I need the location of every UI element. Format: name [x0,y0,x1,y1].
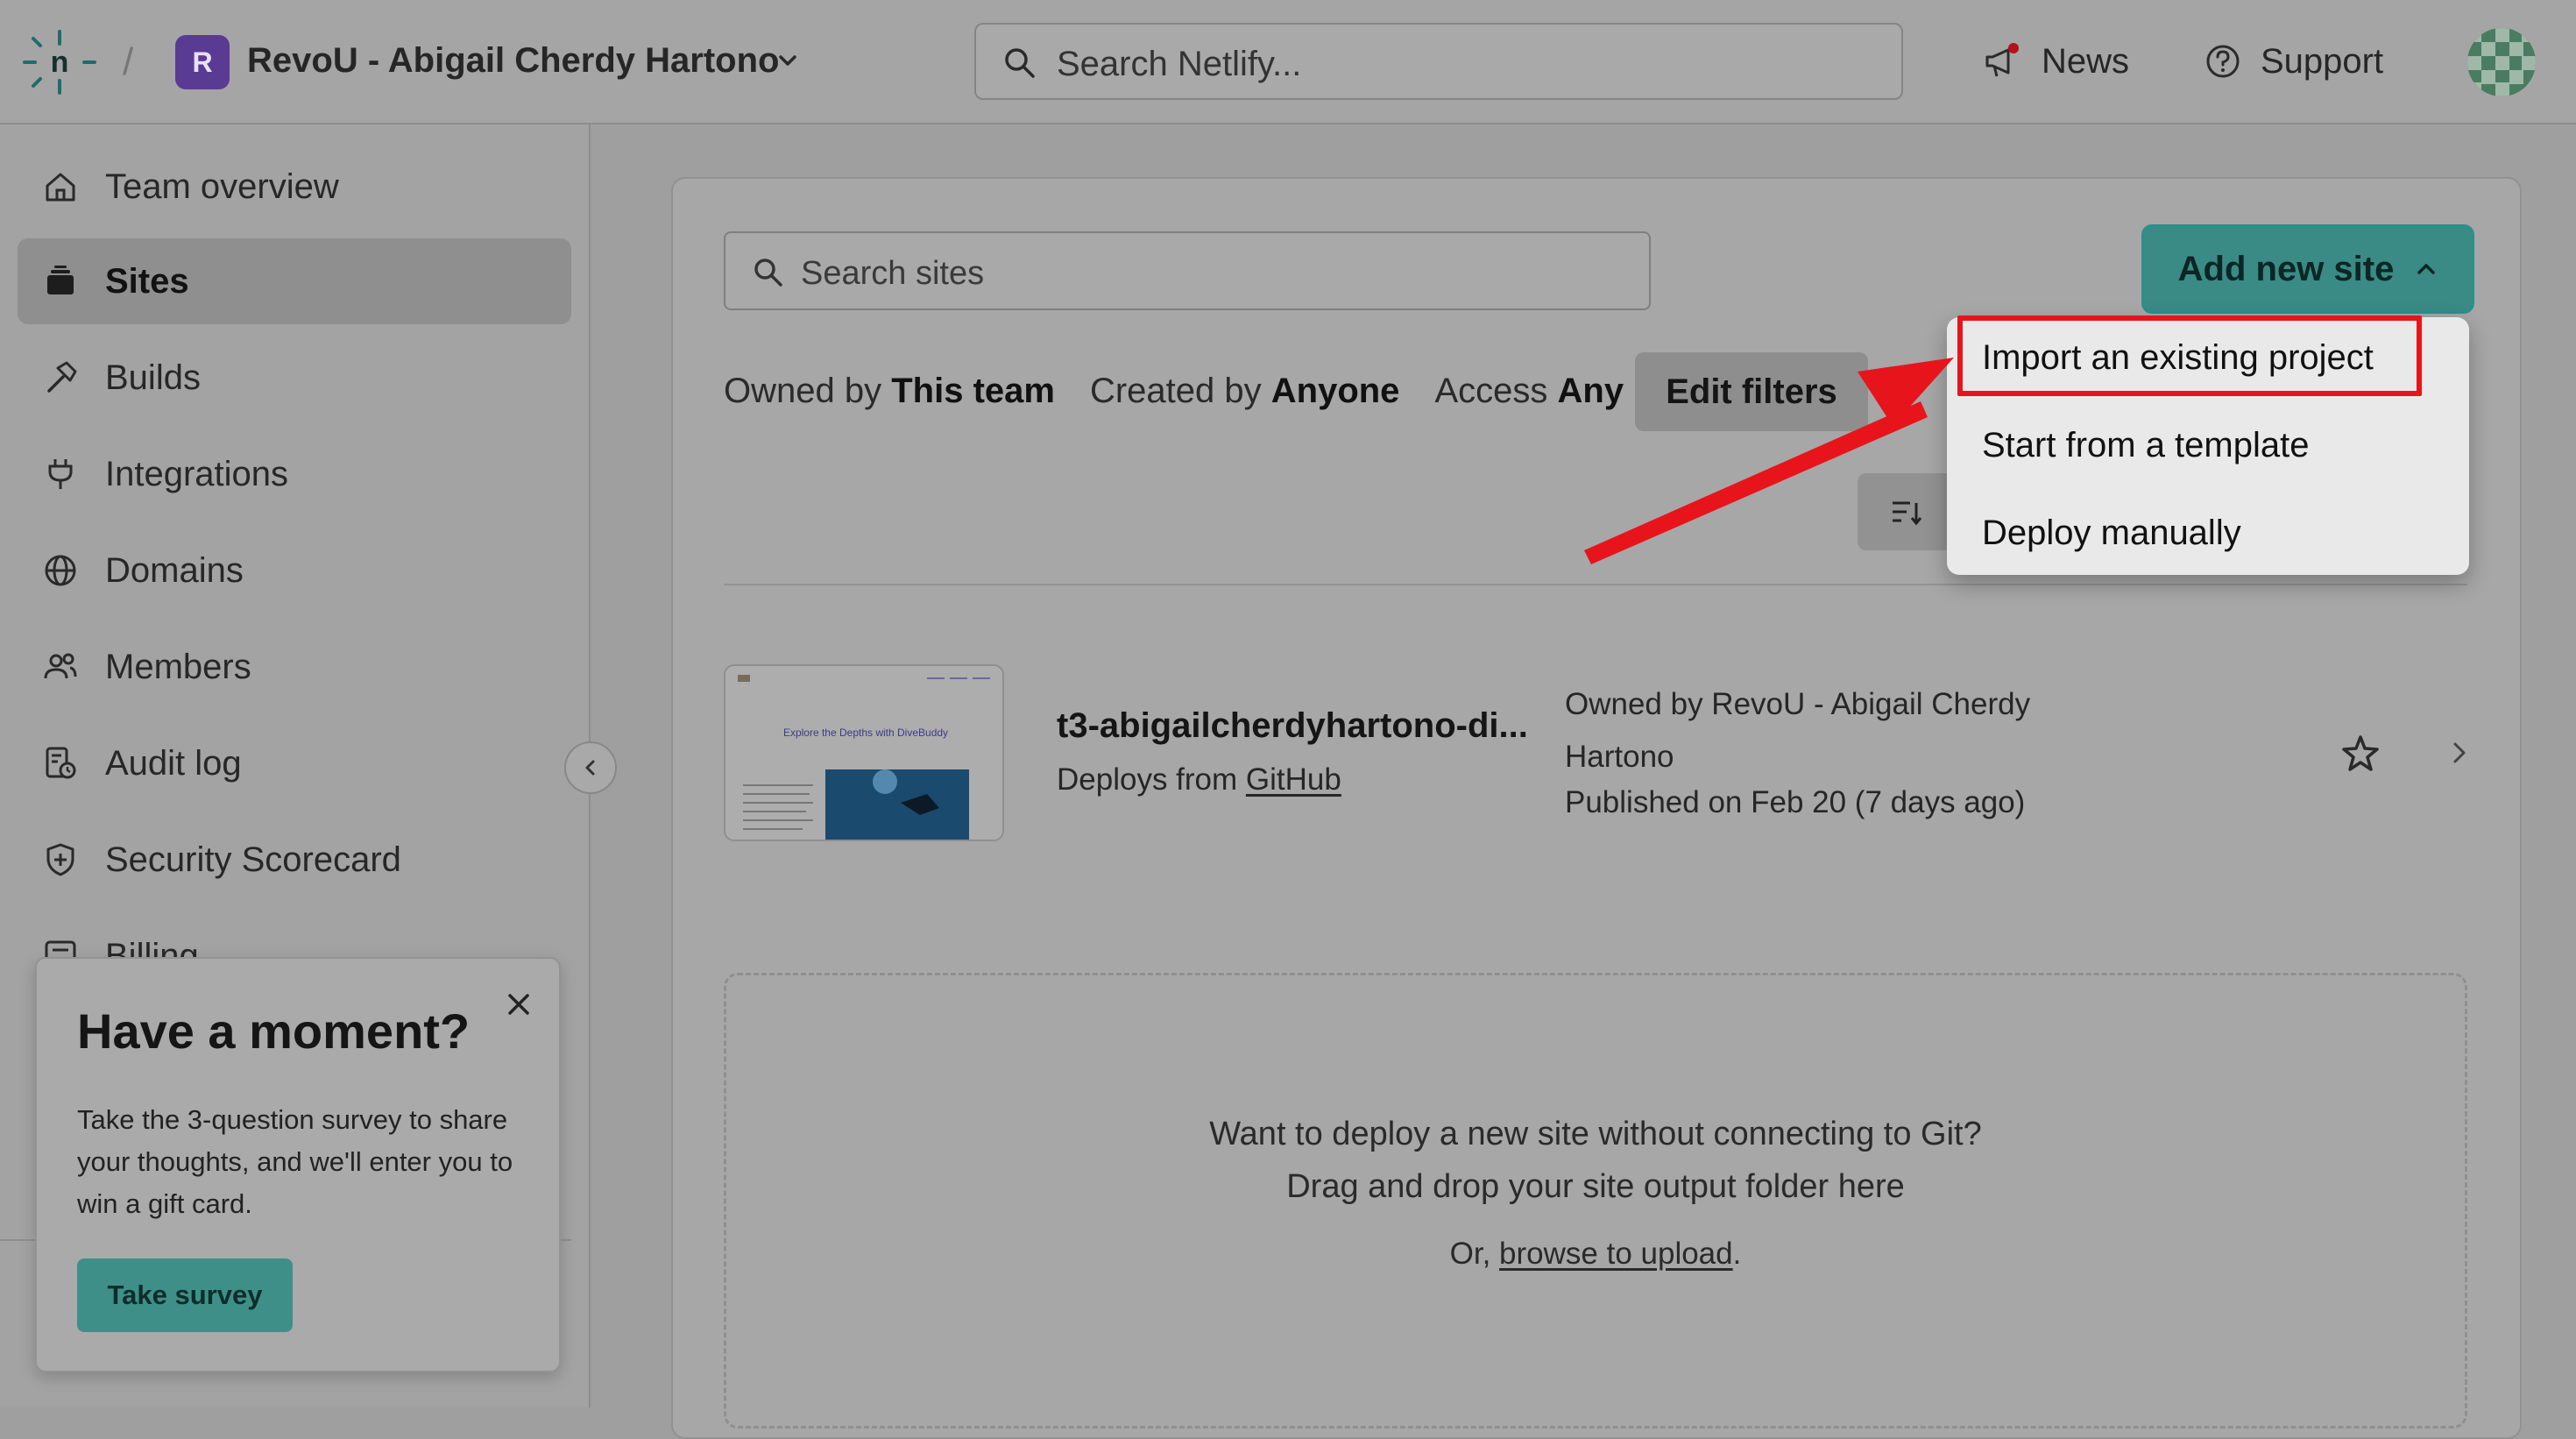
sidebar-item-audit-log[interactable]: Audit log [18,720,571,806]
netlify-logo[interactable]: n [23,30,96,95]
sidebar-item-label: Security Scorecard [105,840,401,879]
drag-drop-zone[interactable]: Want to deploy a new site without connec… [724,973,2467,1428]
hammer-icon [47,361,77,393]
sidebar-item-label: Team overview [105,167,339,206]
megaphone-icon [1985,43,2019,77]
access-filter[interactable]: Access Any [1434,372,1624,411]
star-icon[interactable] [2339,733,2381,775]
owned-by-value: This team [891,372,1055,410]
users-icon [44,653,77,679]
sidebar-item-label: Builds [105,358,201,397]
sidebar-item-domains[interactable]: Domains [18,528,571,613]
created-by-filter[interactable]: Created by Anyone [1090,372,1399,411]
breadcrumb-separator: / [123,40,134,83]
owned-by-filter[interactable]: Owned by This team [724,372,1055,411]
sort-icon [1893,501,1922,526]
site-name[interactable]: t3-abigailcherdyhartono-di... [1057,706,1528,746]
sidebar-item-label: Integrations [105,454,289,493]
menu-item-start-from-template[interactable]: Start from a template [1982,426,2309,465]
chevron-down-icon[interactable] [776,49,799,72]
sidebar-item-team-overview[interactable]: Team overview [18,144,571,230]
survey-body: Take the 3-question survey to share your… [77,1104,513,1219]
sidebar-item-label: Sites [105,261,189,301]
sidebar-item-label: Audit log [105,743,242,783]
news-button[interactable]: News [1982,37,2129,86]
created-by-prefix: Created by [1089,372,1262,410]
site-thumbnail[interactable]: Explore the Depths with DiveBuddy [724,664,1004,841]
survey-card: Have a moment? Take the 3-question surve… [35,957,561,1372]
team-name[interactable]: RevoU - Abigail Cherdy Hartono [247,41,779,81]
take-survey-button[interactable]: Take survey [77,1258,293,1332]
dropzone-line-1: Want to deploy a new site without connec… [1209,1116,1982,1152]
help-circle-icon [2206,45,2240,78]
globe-icon [45,555,76,586]
site-deploy-source: Deploys from GitHub [1057,762,1341,797]
dropzone-period: . [1732,1237,1742,1271]
global-search-input[interactable]: Search Netlify... [974,23,1903,100]
audit-log-icon [46,747,76,779]
search-icon [1005,48,1035,78]
add-new-site-label: Add new site [2177,249,2395,288]
svg-text:n: n [51,46,69,79]
sidebar-item-sites[interactable]: Sites [18,238,571,324]
deploys-prefix: Deploys from [1057,762,1238,797]
shield-icon [46,843,74,876]
filter-bar: Owned by This team Created by Anyone Acc… [724,372,1659,411]
dropzone-line-2: Drag and drop your site output folder he… [1286,1168,1905,1205]
menu-item-deploy-manually[interactable]: Deploy manually [1982,514,2241,553]
home-icon [46,173,75,202]
sidebar-item-label: Members [105,647,251,686]
global-search-placeholder: Search Netlify... [1057,45,1302,83]
dropzone-line-3: Or, browse to upload. [726,1237,2465,1272]
sidebar-item-security-scorecard[interactable]: Security Scorecard [18,817,571,903]
access-value: Any [1557,372,1624,410]
layers-icon [47,266,74,294]
support-button[interactable]: Support [2204,37,2383,86]
site-published-date: Published on Feb 20 (7 days ago) [1565,785,2026,819]
list-divider [724,584,2467,585]
search-sites-placeholder: Search sites [801,255,985,292]
edit-filters-button[interactable]: Edit filters [1635,352,1868,431]
chevron-right-icon[interactable] [2445,738,2474,768]
chevron-left-icon [585,760,595,776]
sidebar-item-label: Domains [105,550,244,590]
news-label: News [2042,41,2130,81]
sidebar-item-integrations[interactable]: Integrations [18,431,571,517]
search-sites-input[interactable]: Search sites [724,231,1651,310]
browse-to-upload-link[interactable]: browse to upload [1499,1237,1733,1271]
chevron-up-icon [2417,264,2436,274]
thumb-heading: Explore the Depths with DiveBuddy [783,727,948,739]
survey-title: Have a moment? [77,1003,471,1059]
created-by-value: Anyone [1270,372,1400,410]
github-link[interactable]: GitHub [1246,762,1341,797]
site-preview-image: Explore the Depths with DiveBuddy [725,666,1002,840]
top-bar: n / R RevoU - Abigail Cherdy Hartono Sea… [0,0,2576,124]
sidebar-item-members[interactable]: Members [18,624,571,710]
access-prefix: Access [1434,372,1548,410]
team-avatar[interactable]: R [175,35,230,89]
site-owner: Owned by RevoU - Abigail Cherdy Hartono [1565,687,2031,774]
add-new-site-button[interactable]: Add new site [2141,224,2474,314]
owned-by-prefix: Owned by [724,372,882,410]
sidebar-item-builds[interactable]: Builds [18,335,571,421]
plug-icon [48,459,73,489]
close-icon[interactable] [501,987,536,1022]
support-label: Support [2261,41,2384,81]
search-icon [754,259,782,287]
annotation-highlight-box [1957,315,2422,396]
collapse-sidebar-button[interactable] [564,741,617,794]
dropzone-or: Or, [1449,1237,1491,1271]
user-avatar[interactable] [2467,28,2536,96]
user-avatar-pattern [2467,28,2536,96]
